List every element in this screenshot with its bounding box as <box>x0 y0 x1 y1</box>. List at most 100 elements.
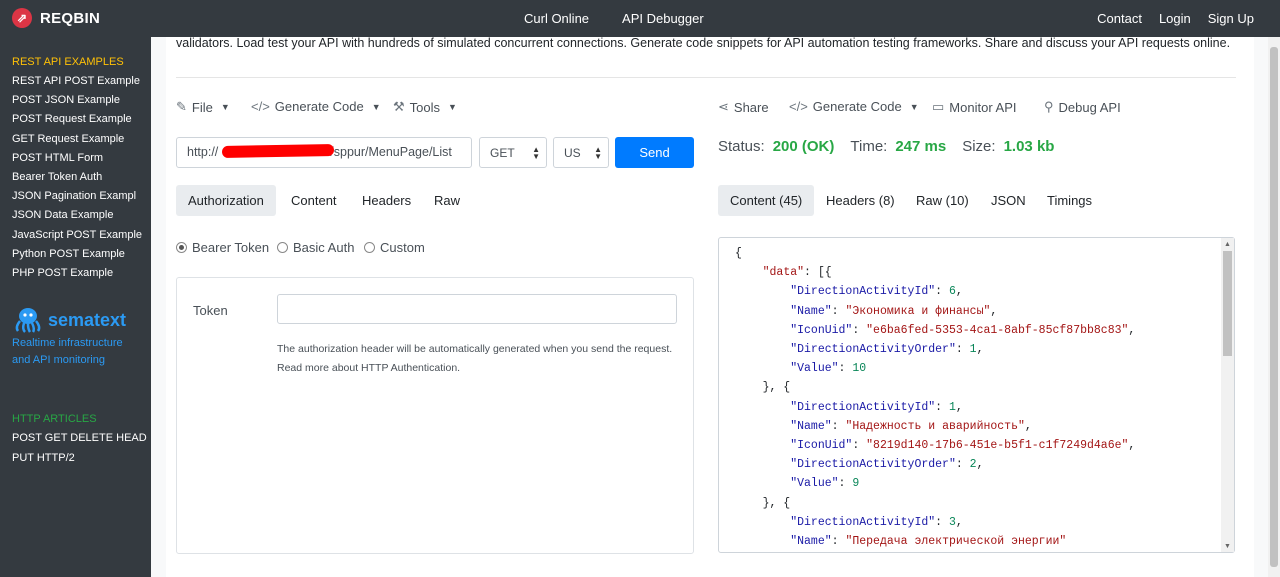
tab-response-raw[interactable]: Raw (10) <box>904 185 981 216</box>
json-line: "DirectionActivityId": 3, <box>790 515 963 529</box>
send-button[interactable]: Send <box>615 137 694 168</box>
nav-login[interactable]: Login <box>1159 11 1191 26</box>
response-generate-code-button[interactable]: </> Generate Code ▼ <box>789 99 919 114</box>
top-nav-center: Curl Online API Debugger <box>524 11 704 26</box>
json-line: "Name": "Экономика и финансы", <box>790 304 998 318</box>
radio-custom[interactable]: Custom <box>364 240 425 255</box>
share-button[interactable]: ⋖ Share <box>718 99 769 115</box>
radio-basic-auth[interactable]: Basic Auth <box>277 240 354 255</box>
json-line: "IconUid": "8219d140-17b6-451e-b5f1-c1f7… <box>790 439 1136 453</box>
json-line: { <box>735 247 742 260</box>
method-select[interactable]: GET ▲ ▼ <box>479 137 547 168</box>
tab-response-content[interactable]: Content (45) <box>718 185 815 216</box>
sematext-ad-link[interactable]: sematext <box>12 307 126 333</box>
nav-sign-up[interactable]: Sign Up <box>1208 11 1254 26</box>
radio-custom-label: Custom <box>380 240 425 255</box>
debug-icon: ⚲ <box>1044 99 1054 114</box>
scroll-down-icon[interactable]: ▼ <box>1224 543 1231 550</box>
debug-api-label: Debug API <box>1058 99 1121 115</box>
generate-code-button[interactable]: </> Generate Code ▼ <box>251 99 381 114</box>
tab-response-timings[interactable]: Timings <box>1035 185 1104 216</box>
scroll-up-icon[interactable]: ▲ <box>1224 241 1231 248</box>
share-label: Share <box>733 99 769 115</box>
json-line: "Value": 10 <box>790 362 867 376</box>
sidebar-item-bearer-token[interactable]: Bearer Token Auth <box>12 171 150 183</box>
tools-menu-button[interactable]: ⚒ Tools ▼ <box>393 99 457 115</box>
page-scroll-thumb[interactable] <box>1270 47 1278 567</box>
edit-icon: ✎ <box>176 99 187 114</box>
response-generate-code-label: Generate Code <box>812 99 902 114</box>
octopus-icon <box>15 308 41 333</box>
sidebar-item-rest-api-post[interactable]: REST API POST Example <box>12 75 150 87</box>
code-icon: </> <box>251 99 270 114</box>
response-scrollbar[interactable]: ▲ ▼ <box>1221 238 1234 552</box>
radio-unchecked-icon <box>277 242 288 253</box>
sematext-name: sematext <box>48 309 127 330</box>
radio-basic-label: Basic Auth <box>293 240 355 255</box>
sidebar-item-json-pagination[interactable]: JSON Pagination Exampl <box>12 190 150 202</box>
size-label: Size: <box>962 138 996 155</box>
tools-menu-label: Tools <box>409 99 441 115</box>
file-menu-button[interactable]: ✎ File ▼ <box>176 99 230 115</box>
tab-authorization[interactable]: Authorization <box>176 185 276 216</box>
tab-raw[interactable]: Raw <box>422 185 472 216</box>
region-select[interactable]: US ▲ ▼ <box>553 137 609 168</box>
tab-response-json[interactable]: JSON <box>979 185 1038 216</box>
monitor-api-button[interactable]: ▭ Monitor API <box>932 99 1017 115</box>
nav-api-debugger[interactable]: API Debugger <box>622 11 704 26</box>
sidebar-item-python-post[interactable]: Python POST Example <box>12 248 150 260</box>
token-label: Token <box>193 303 228 318</box>
json-line: "DirectionActivityOrder": 1, <box>790 343 984 357</box>
debug-api-button[interactable]: ⚲ Debug API <box>1044 99 1121 115</box>
time-label: Time: <box>850 138 888 155</box>
sidebar-item-post-json[interactable]: POST JSON Example <box>12 94 150 106</box>
http-auth-link[interactable]: Read more about HTTP Authentication. <box>277 359 687 378</box>
json-line: "DirectionActivityId": 1, <box>790 400 963 414</box>
sidebar-heading-examples: REST API EXAMPLES <box>12 56 124 68</box>
radio-bearer-token[interactable]: Bearer Token <box>176 240 269 255</box>
token-help-line: The authorization header will be automat… <box>277 343 673 355</box>
top-navbar: ⇗ REQBIN Curl Online API Debugger Contac… <box>0 0 1280 37</box>
sidebar-item-javascript-post[interactable]: JavaScript POST Example <box>12 229 150 241</box>
sidebar-item-php-post[interactable]: PHP POST Example <box>12 267 150 279</box>
brand-name: REQBIN <box>40 9 101 27</box>
select-arrows-icon: ▲ ▼ <box>532 145 540 161</box>
sidebar-item-get-request[interactable]: GET Request Example <box>12 133 150 145</box>
select-arrows-icon: ▲ ▼ <box>594 145 602 161</box>
sidebar-article-methods[interactable]: POST GET DELETE HEAD <box>12 432 150 444</box>
sidebar-heading-articles: HTTP ARTICLES <box>12 413 97 425</box>
brand-logo-link[interactable]: ⇗ REQBIN <box>12 8 100 28</box>
status-label: Status: <box>718 138 765 155</box>
sidebar-item-post-html-form[interactable]: POST HTML Form <box>12 152 150 164</box>
nav-curl-online[interactable]: Curl Online <box>524 11 589 26</box>
token-input[interactable] <box>277 294 677 324</box>
sidebar-item-json-data[interactable]: JSON Data Example <box>12 209 150 221</box>
tab-content[interactable]: Content <box>279 185 349 216</box>
page-scrollbar[interactable] <box>1268 37 1280 577</box>
json-line: "DirectionActivityId": 6, <box>790 285 963 299</box>
nav-contact[interactable]: Contact <box>1097 11 1142 26</box>
scroll-thumb[interactable] <box>1223 251 1232 356</box>
intro-text: validators. Load test your API with hund… <box>176 36 1231 50</box>
response-json-body: { "data": [{ "DirectionActivityId": 6, "… <box>735 244 1135 551</box>
response-body-panel[interactable]: { "data": [{ "DirectionActivityId": 6, "… <box>718 237 1235 553</box>
method-value: GET <box>490 146 515 160</box>
json-line: "Value": 9 <box>790 477 860 491</box>
json-line: "data": [{ <box>762 266 832 280</box>
json-line: "Name": "Передача электрической энергии" <box>790 535 1067 549</box>
sidebar-item-post-request[interactable]: POST Request Example <box>12 113 150 125</box>
generate-code-label: Generate Code <box>274 99 364 114</box>
sematext-tagline[interactable]: Realtime infrastructure and API monitori… <box>12 335 142 369</box>
json-line: "IconUid": "e6ba6fed-5353-4ca1-8abf-85cf… <box>790 323 1136 337</box>
radio-checked-icon <box>176 242 187 253</box>
json-line: "DirectionActivityOrder": 2, <box>790 458 984 472</box>
monitor-icon: ▭ <box>932 99 945 114</box>
caret-down-icon: ▼ <box>371 101 381 112</box>
tab-response-headers[interactable]: Headers (8) <box>814 185 907 216</box>
tab-headers[interactable]: Headers <box>350 185 423 216</box>
sidebar-article-http2[interactable]: PUT HTTP/2 <box>12 452 150 464</box>
reqbin-logo-icon: ⇗ <box>12 8 32 28</box>
size-value: 1.03 kb <box>1003 138 1055 155</box>
code-icon: </> <box>789 99 808 114</box>
token-help-text: The authorization header will be automat… <box>277 340 687 378</box>
